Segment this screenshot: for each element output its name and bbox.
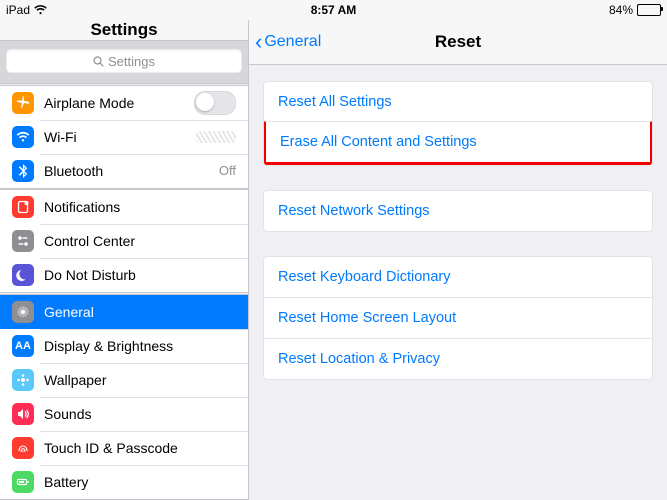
back-button[interactable]: ‹ General (255, 20, 321, 64)
sidebar-item-dnd[interactable]: Do Not Disturb (0, 258, 248, 292)
sidebar-group-network: Airplane Mode Wi-Fi Bluetooth Off (0, 85, 248, 189)
touchid-icon (12, 437, 34, 459)
search-input[interactable]: Settings (6, 49, 242, 73)
detail-row-label: Reset Home Screen Layout (278, 310, 456, 326)
wifi-icon (34, 5, 47, 15)
controlcenter-icon (12, 230, 34, 252)
reset-network-button[interactable]: Reset Network Settings (264, 191, 652, 231)
battery-icon (637, 4, 661, 16)
battery-settings-icon (12, 471, 34, 493)
gear-icon (12, 301, 34, 323)
detail-title: Reset (435, 32, 481, 52)
reset-home-button[interactable]: Reset Home Screen Layout (264, 297, 652, 338)
reset-all-settings-button[interactable]: Reset All Settings (264, 82, 652, 122)
sidebar-item-airplane[interactable]: Airplane Mode (0, 86, 248, 120)
search-placeholder: Settings (108, 54, 155, 69)
detail-group-1: Reset All Settings Erase All Content and… (263, 81, 653, 166)
sidebar: Settings Settings Airplane Mode (0, 20, 249, 500)
sidebar-item-label: Wallpaper (44, 372, 236, 388)
sidebar-item-label: Notifications (44, 199, 236, 215)
sidebar-item-label: General (44, 304, 236, 320)
sidebar-item-controlcenter[interactable]: Control Center (0, 224, 248, 258)
detail-row-label: Reset Network Settings (278, 203, 430, 219)
detail-row-label: Reset All Settings (278, 94, 392, 110)
sounds-icon (12, 403, 34, 425)
detail-row-label: Reset Location & Privacy (278, 351, 440, 367)
back-label: General (264, 33, 321, 51)
detail-row-label: Erase All Content and Settings (280, 134, 477, 150)
airplane-switch[interactable] (194, 91, 236, 115)
sidebar-item-bluetooth[interactable]: Bluetooth Off (0, 154, 248, 188)
sidebar-item-label: Wi-Fi (44, 129, 196, 145)
sidebar-nav: Settings (0, 20, 248, 41)
sidebar-group-notify: Notifications Control Center Do Not Dist… (0, 189, 248, 293)
moon-icon (12, 264, 34, 286)
sidebar-item-label: Sounds (44, 406, 236, 422)
detail-row-label: Reset Keyboard Dictionary (278, 269, 450, 285)
sidebar-item-label: Control Center (44, 233, 236, 249)
sidebar-item-label: Touch ID & Passcode (44, 440, 236, 456)
sidebar-item-label: Battery (44, 474, 236, 490)
search-icon (93, 56, 104, 67)
chevron-left-icon: ‹ (255, 31, 262, 53)
sidebar-item-wifi[interactable]: Wi-Fi (0, 120, 248, 154)
reset-location-button[interactable]: Reset Location & Privacy (264, 338, 652, 379)
clock-label: 8:57 AM (311, 3, 357, 17)
airplane-icon (12, 92, 34, 114)
sidebar-item-label: Do Not Disturb (44, 267, 236, 283)
sidebar-item-touchid[interactable]: Touch ID & Passcode (0, 431, 248, 465)
sidebar-item-display[interactable]: AA Display & Brightness (0, 329, 248, 363)
reset-keyboard-button[interactable]: Reset Keyboard Dictionary (264, 257, 652, 297)
sidebar-item-label: Airplane Mode (44, 95, 194, 111)
detail-group-3: Reset Keyboard Dictionary Reset Home Scr… (263, 256, 653, 380)
sidebar-title: Settings (90, 20, 157, 40)
search-wrap: Settings (0, 41, 248, 84)
battery-pct-label: 84% (609, 3, 633, 17)
detail-group-2: Reset Network Settings (263, 190, 653, 232)
sidebar-group-general: General AA Display & Brightness Wallpape… (0, 294, 248, 500)
carrier-label: iPad (6, 3, 30, 17)
status-bar: iPad 8:57 AM 84% (0, 0, 667, 20)
display-icon: AA (12, 335, 34, 357)
sidebar-item-sounds[interactable]: Sounds (0, 397, 248, 431)
wifi-network-name (196, 131, 236, 143)
sidebar-item-wallpaper[interactable]: Wallpaper (0, 363, 248, 397)
erase-all-content-button[interactable]: Erase All Content and Settings (263, 121, 653, 165)
notifications-icon (12, 196, 34, 218)
bluetooth-icon (12, 160, 34, 182)
sidebar-item-label: Display & Brightness (44, 338, 236, 354)
bluetooth-status: Off (219, 163, 236, 178)
wallpaper-icon (12, 369, 34, 391)
detail-nav: ‹ General Reset (249, 20, 667, 65)
detail-pane: ‹ General Reset Reset All Settings Erase… (249, 20, 667, 500)
sidebar-item-label: Bluetooth (44, 163, 219, 179)
sidebar-item-general[interactable]: General (0, 295, 248, 329)
wifi-settings-icon (12, 126, 34, 148)
sidebar-item-notifications[interactable]: Notifications (0, 190, 248, 224)
sidebar-item-battery[interactable]: Battery (0, 465, 248, 499)
